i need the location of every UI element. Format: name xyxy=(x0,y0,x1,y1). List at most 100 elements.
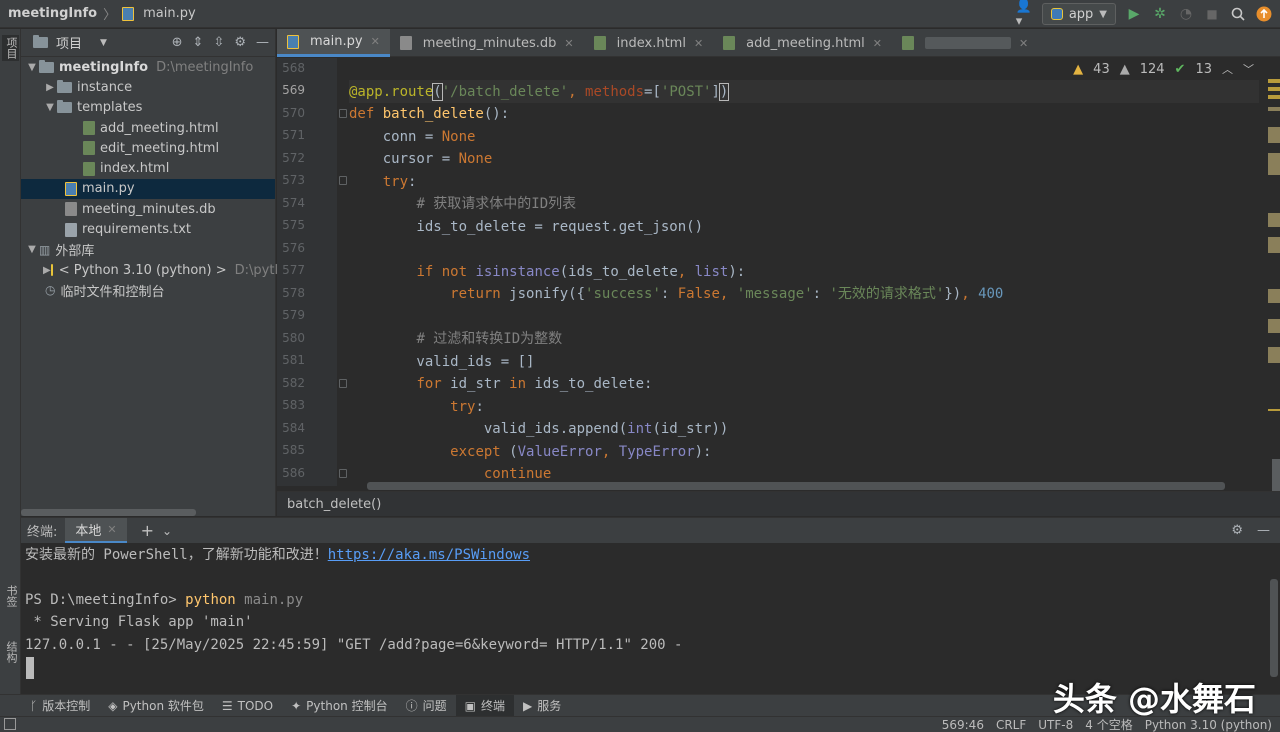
caret-position[interactable]: 569:46 xyxy=(942,718,984,732)
search-icon[interactable] xyxy=(1230,6,1246,22)
run-icon[interactable]: ▶ xyxy=(1126,6,1142,22)
indent-setting[interactable]: 4 个空格 xyxy=(1085,716,1132,732)
line-separator[interactable]: CRLF xyxy=(996,718,1026,732)
tab-index-html[interactable]: index.html ✕ xyxy=(584,29,714,57)
warning-mark[interactable] xyxy=(1268,213,1280,227)
close-icon[interactable]: ✕ xyxy=(873,37,882,50)
terminal-scrollbar[interactable] xyxy=(1270,579,1278,677)
structure-tool-button[interactable]: 结构 xyxy=(2,641,19,663)
todo-tool-button[interactable]: ☰ TODO xyxy=(213,695,282,717)
chevron-down-icon[interactable]: ▼ xyxy=(43,102,57,113)
tab-add-meeting-html[interactable]: add_meeting.html ✕ xyxy=(713,29,892,57)
tree-item-instance[interactable]: ▶ instance xyxy=(21,77,275,97)
warning-mark[interactable] xyxy=(1268,237,1280,253)
branch-icon: ᚴ xyxy=(30,698,38,713)
tree-item-requirements-txt[interactable]: requirements.txt xyxy=(21,219,275,239)
status-bar: 569:46 CRLF UTF-8 4 个空格 Python 3.10 (pyt… xyxy=(0,716,1280,732)
editor-horizontal-scrollbar[interactable] xyxy=(367,482,1225,490)
vertical-scrollbar[interactable] xyxy=(1272,459,1280,493)
chevron-down-icon[interactable]: ﹀ xyxy=(1243,61,1254,77)
dropdown-arrow-icon[interactable]: ▼ xyxy=(100,38,107,48)
breadcrumb-file[interactable]: main.py xyxy=(122,6,196,21)
collapse-all-icon[interactable]: ⇳ xyxy=(213,35,224,50)
plus-icon[interactable]: + xyxy=(141,521,154,540)
fold-marker-icon[interactable] xyxy=(339,379,347,388)
terminal-output[interactable]: 安装最新的 PowerShell，了解新功能和改进！https://aka.ms… xyxy=(21,543,1280,693)
code-breadcrumb-label[interactable]: batch_delete() xyxy=(287,497,381,512)
gear-icon[interactable]: ⚙ xyxy=(234,35,246,50)
chevron-right-icon[interactable]: ▶ xyxy=(43,82,57,93)
warning-mark[interactable] xyxy=(1268,319,1280,333)
warning-mark[interactable] xyxy=(1268,87,1280,91)
tree-item-external-libraries[interactable]: ▼ ▥ 外部库 xyxy=(21,240,275,260)
chevron-right-icon[interactable]: ▶ xyxy=(43,265,51,276)
terminal-tool-button[interactable]: ▣ 终端 xyxy=(455,694,514,717)
problems-tool-button[interactable]: ⓘ 问题 xyxy=(397,695,456,717)
minimize-icon[interactable]: — xyxy=(1257,523,1270,538)
bookmarks-tool-button[interactable]: 书签 xyxy=(2,585,19,607)
close-icon[interactable]: ✕ xyxy=(564,37,573,50)
tab-meeting-minutes-db[interactable]: meeting_minutes.db ✕ xyxy=(390,29,584,57)
fold-marker-icon[interactable] xyxy=(339,469,347,478)
chevron-down-icon[interactable]: ⌄ xyxy=(162,524,172,538)
tree-item-meetinginfo[interactable]: ▼ meetingInfo D:\meetingInfo xyxy=(21,57,275,77)
tree-item-main-py[interactable]: main.py xyxy=(21,178,275,200)
error-stripe[interactable] xyxy=(1266,79,1280,493)
user-icon[interactable]: 👤▾ xyxy=(1016,0,1032,29)
python-packages-tool-button[interactable]: ◈ Python 软件包 xyxy=(99,695,213,717)
tree-item-meeting-minutes-db[interactable]: meeting_minutes.db xyxy=(21,199,275,219)
vcs-tool-button[interactable]: ᚴ 版本控制 xyxy=(0,695,99,717)
close-icon[interactable]: ✕ xyxy=(1019,37,1028,50)
warning-mark[interactable] xyxy=(1268,107,1280,111)
warning-mark[interactable] xyxy=(1268,153,1280,175)
chevron-up-icon[interactable]: ︿ xyxy=(1222,61,1233,77)
coverage-icon[interactable]: ◔ xyxy=(1178,6,1194,22)
run-config-selector[interactable]: app ▼ xyxy=(1041,3,1116,25)
powershell-link[interactable]: https://aka.ms/PSWindows xyxy=(328,547,530,563)
check-icon: ✔ xyxy=(1174,61,1186,77)
warning-mark[interactable] xyxy=(1268,409,1280,411)
minimize-icon[interactable]: — xyxy=(256,35,269,50)
tab-main-py[interactable]: main.py ✕ xyxy=(277,29,390,57)
tree-item-edit-meeting-html[interactable]: edit_meeting.html xyxy=(21,138,275,158)
fold-marker-icon[interactable] xyxy=(339,109,347,118)
expand-all-icon[interactable]: ⇕ xyxy=(193,35,204,50)
fold-marker-icon[interactable] xyxy=(339,176,347,185)
close-icon[interactable]: ✕ xyxy=(694,37,703,50)
update-icon[interactable] xyxy=(1256,6,1272,22)
horizontal-scrollbar[interactable] xyxy=(21,509,196,516)
tree-item-add-meeting-html[interactable]: add_meeting.html xyxy=(21,118,275,138)
project-panel-title[interactable]: 项目 xyxy=(56,33,82,52)
gear-icon[interactable]: ⚙ xyxy=(1231,523,1243,538)
locate-icon[interactable]: ⊕ xyxy=(172,35,183,50)
debug-icon[interactable]: ✲ xyxy=(1152,6,1168,22)
code-area[interactable]: @app.route('/batch_delete', methods=['PO… xyxy=(349,58,1259,486)
warning-mark[interactable] xyxy=(1268,127,1280,143)
stop-icon[interactable]: ■ xyxy=(1204,6,1220,22)
tree-item-scratches[interactable]: ◷ 临时文件和控制台 xyxy=(21,280,275,300)
panel-toggle-icon[interactable] xyxy=(4,718,16,730)
code-breadcrumb[interactable]: batch_delete() xyxy=(277,491,1280,516)
warning-mark[interactable] xyxy=(1268,79,1280,83)
file-encoding[interactable]: UTF-8 xyxy=(1038,718,1073,732)
services-tool-button[interactable]: ▶ 服务 xyxy=(514,695,570,717)
breadcrumb-project[interactable]: meetingInfo xyxy=(8,6,97,21)
warning-mark[interactable] xyxy=(1268,95,1280,99)
tree-item-templates[interactable]: ▼ templates xyxy=(21,98,275,118)
interpreter-selector[interactable]: Python 3.10 (python) xyxy=(1145,718,1272,732)
close-icon[interactable]: ✕ xyxy=(107,523,116,536)
tree-item-index-html[interactable]: index.html xyxy=(21,158,275,178)
tab-obscured[interactable]: ✕ xyxy=(892,29,1038,57)
chevron-down-icon[interactable]: ▼ xyxy=(25,244,39,255)
warning-mark[interactable] xyxy=(1268,347,1280,363)
inspection-widget[interactable]: ▲ 43 ▲ 124 ✔ 13 ︿ ﹀ xyxy=(1073,61,1254,77)
tree-item-python-sdk[interactable]: ▶ < Python 3.10 (python) > D:\pytl xyxy=(21,260,278,280)
python-console-tool-button[interactable]: ✦ Python 控制台 xyxy=(282,695,396,717)
chevron-down-icon[interactable]: ▼ xyxy=(25,62,39,73)
terminal-line: PS D:\meetingInfo> python main.py xyxy=(25,590,303,610)
terminal-header: 终端: 本地 ✕ + ⌄ ⚙ — xyxy=(21,517,1280,544)
warning-mark[interactable] xyxy=(1268,289,1280,303)
close-icon[interactable]: ✕ xyxy=(371,35,380,48)
tab-terminal-local[interactable]: 本地 ✕ xyxy=(65,517,127,544)
project-tool-button[interactable]: 项目 xyxy=(2,35,19,61)
